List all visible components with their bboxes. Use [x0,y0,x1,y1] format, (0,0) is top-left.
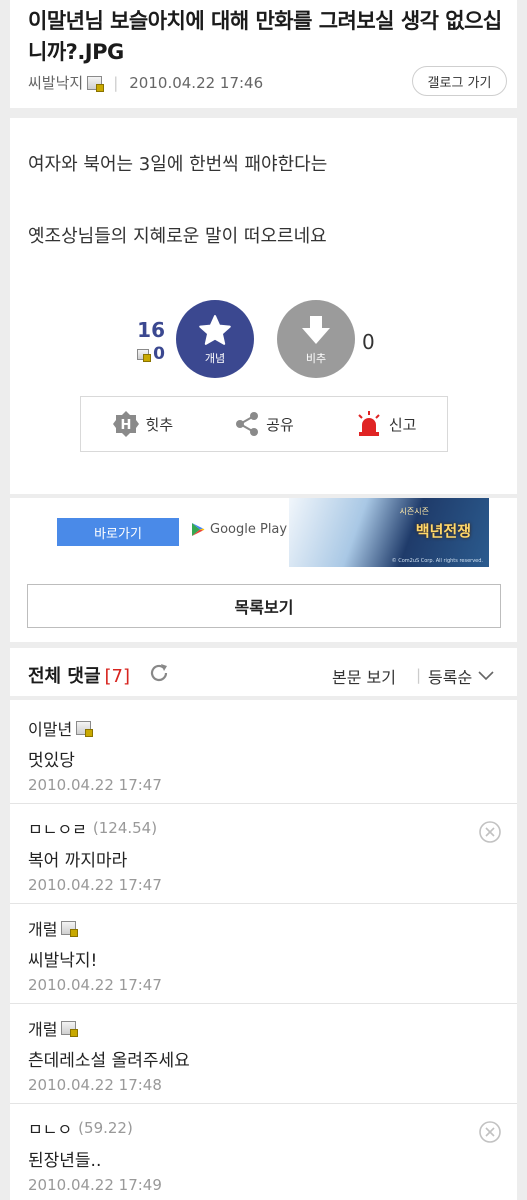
comment-nick: ㅁㄴㅇ [28,1120,73,1139]
comment-item: ㅁㄴㅇㄹ (124.54) 복어 까지마라 2010.04.22 17:47 [10,804,517,904]
ad-copyright: © Com2uS Corp. All rights reserved. [391,558,483,564]
gallog-button[interactable]: 갤로그 가기 [412,66,507,96]
svg-text:H: H [120,418,131,433]
sort-select[interactable]: 등록순 [428,664,494,688]
comment-nick: 개럴 [28,920,58,939]
comment-date: 2010.04.22 17:47 [28,876,162,894]
view-body-link[interactable]: 본문 보기 [332,664,396,688]
fixed-nick-icon [76,721,94,737]
siren-icon [358,411,380,436]
comment-item: 이말년 멋있당 2010.04.22 17:47 [10,704,517,804]
hit-label: 힛추 [145,415,174,434]
comment-author[interactable]: 개럴 [28,1016,79,1040]
comment-text: 씨발낙지! [28,951,98,971]
hit-button[interactable]: H 힛추 [112,410,174,438]
comment-date: 2010.04.22 17:47 [28,976,162,994]
ad-section: 바로가기 Google Play 시즌시즌 백년전쟁 © Com2uS Corp… [10,498,517,574]
sort-label: 등록순 [428,668,473,687]
share-button[interactable]: 공유 [234,411,294,437]
post-header: 이말년님 보슬아치에 대해 만화를 그려보실 생각 없으십니까?.JPG 씨발낙… [10,0,517,108]
ad-game-title: 백년전쟁 [415,522,471,540]
fixed-nick-icon [61,921,79,937]
upvote-button[interactable]: 개념 [176,300,254,378]
ad-go-button[interactable]: 바로가기 [57,518,179,546]
comment-author[interactable]: 개럴 [28,916,79,940]
comment-text: 츤데레소설 올려주세요 [28,1051,190,1071]
google-play-label: Google Play [210,522,288,537]
comments-title: 전체 댓글 [7] [28,662,130,688]
comment-author[interactable]: ㅁㄴㅇ (59.22) [28,1116,133,1140]
ad-game-subtitle: 시즌시즌 [399,507,429,516]
comment-nick: 개럴 [28,1020,58,1039]
delete-comment-icon[interactable] [478,1120,502,1144]
comment-nick: ㅁㄴㅇㄹ [28,820,87,839]
comment-date: 2010.04.22 17:47 [28,776,162,794]
comment-date: 2010.04.22 17:48 [28,1076,162,1094]
fixed-nick-icon [61,1021,79,1037]
body-line: 여자와 북어는 3일에 한번씩 패야한다는 [28,154,328,175]
comment-author[interactable]: 이말년 [28,716,94,740]
comments-header: 전체 댓글 [7] 본문 보기 | 등록순 [10,648,517,700]
post-meta: 씨발낙지 | 2010.04.22 17:46 [28,72,263,93]
fixed-upvote-count: 0 [130,344,165,364]
report-button[interactable]: 신고 [355,410,417,438]
comment-ip: (124.54) [92,819,158,837]
upvote-label: 개념 [204,351,226,365]
comment-item: ㅁㄴㅇ (59.22) 된장년들.. 2010.04.22 17:49 [10,1104,517,1200]
downvote-count: 0 [362,330,375,354]
post-title: 이말년님 보슬아치에 대해 만화를 그려보실 생각 없으십니까?.JPG [28,9,502,64]
fixed-nick-icon [87,75,105,92]
comment-item: 개럴 츤데레소설 올려주세요 2010.04.22 17:48 [10,1004,517,1104]
share-icon [236,412,259,436]
list-section: 목록보기 [10,574,517,642]
action-bar: H 힛추 공유 신고 [80,396,448,452]
comment-author[interactable]: ㅁㄴㅇㄹ (124.54) [28,816,157,840]
comment-text: 멋있당 [28,751,75,771]
comments-count: [7] [104,666,131,687]
comment-item: 개럴 씨발낙지! 2010.04.22 17:47 [10,904,517,1004]
post-author[interactable]: 씨발낙지 [28,72,83,93]
ad-banner[interactable]: 바로가기 Google Play 시즌시즌 백년전쟁 © Com2uS Corp… [39,498,489,567]
hit-badge-icon: H [112,411,139,437]
share-label: 공유 [266,415,294,434]
chevron-down-icon [478,671,494,681]
post-body: 여자와 북어는 3일에 한번씩 패야한다는 옛조상님들의 지혜로운 말이 떠오르… [10,118,517,494]
upvote-count: 16 [137,318,165,342]
body-line: 옛조상님들의 지혜로운 말이 떠오르네요 [28,226,327,247]
refresh-icon[interactable] [148,662,170,684]
comments-title-label: 전체 댓글 [28,666,101,687]
comment-date: 2010.04.22 17:49 [28,1176,162,1194]
downvote-button[interactable]: 비추 [277,300,355,378]
comments-section: 전체 댓글 [7] 본문 보기 | 등록순 이말년 멋있당 2010.04.22 … [10,648,517,1200]
google-play-badge: Google Play [191,522,287,537]
fixed-nick-icon [137,348,152,362]
fixed-upvote-value: 0 [153,344,165,364]
post-date: 2010.04.22 17:46 [129,73,264,92]
google-play-icon [192,523,205,536]
delete-comment-icon[interactable] [478,820,502,844]
star-icon [199,314,231,345]
arrow-down-icon [302,315,330,344]
list-view-button[interactable]: 목록보기 [27,584,501,628]
header-divider: | [416,666,422,684]
ad-game-art: 시즌시즌 백년전쟁 © Com2uS Corp. All rights rese… [289,498,489,567]
comment-ip: (59.22) [78,1119,133,1137]
report-label: 신고 [388,415,417,434]
comment-nick: 이말년 [28,720,73,739]
comment-text: 복어 까지마라 [28,851,128,871]
downvote-label: 비추 [305,351,327,365]
meta-divider: | [113,73,119,92]
comment-text: 된장년들.. [28,1151,102,1171]
